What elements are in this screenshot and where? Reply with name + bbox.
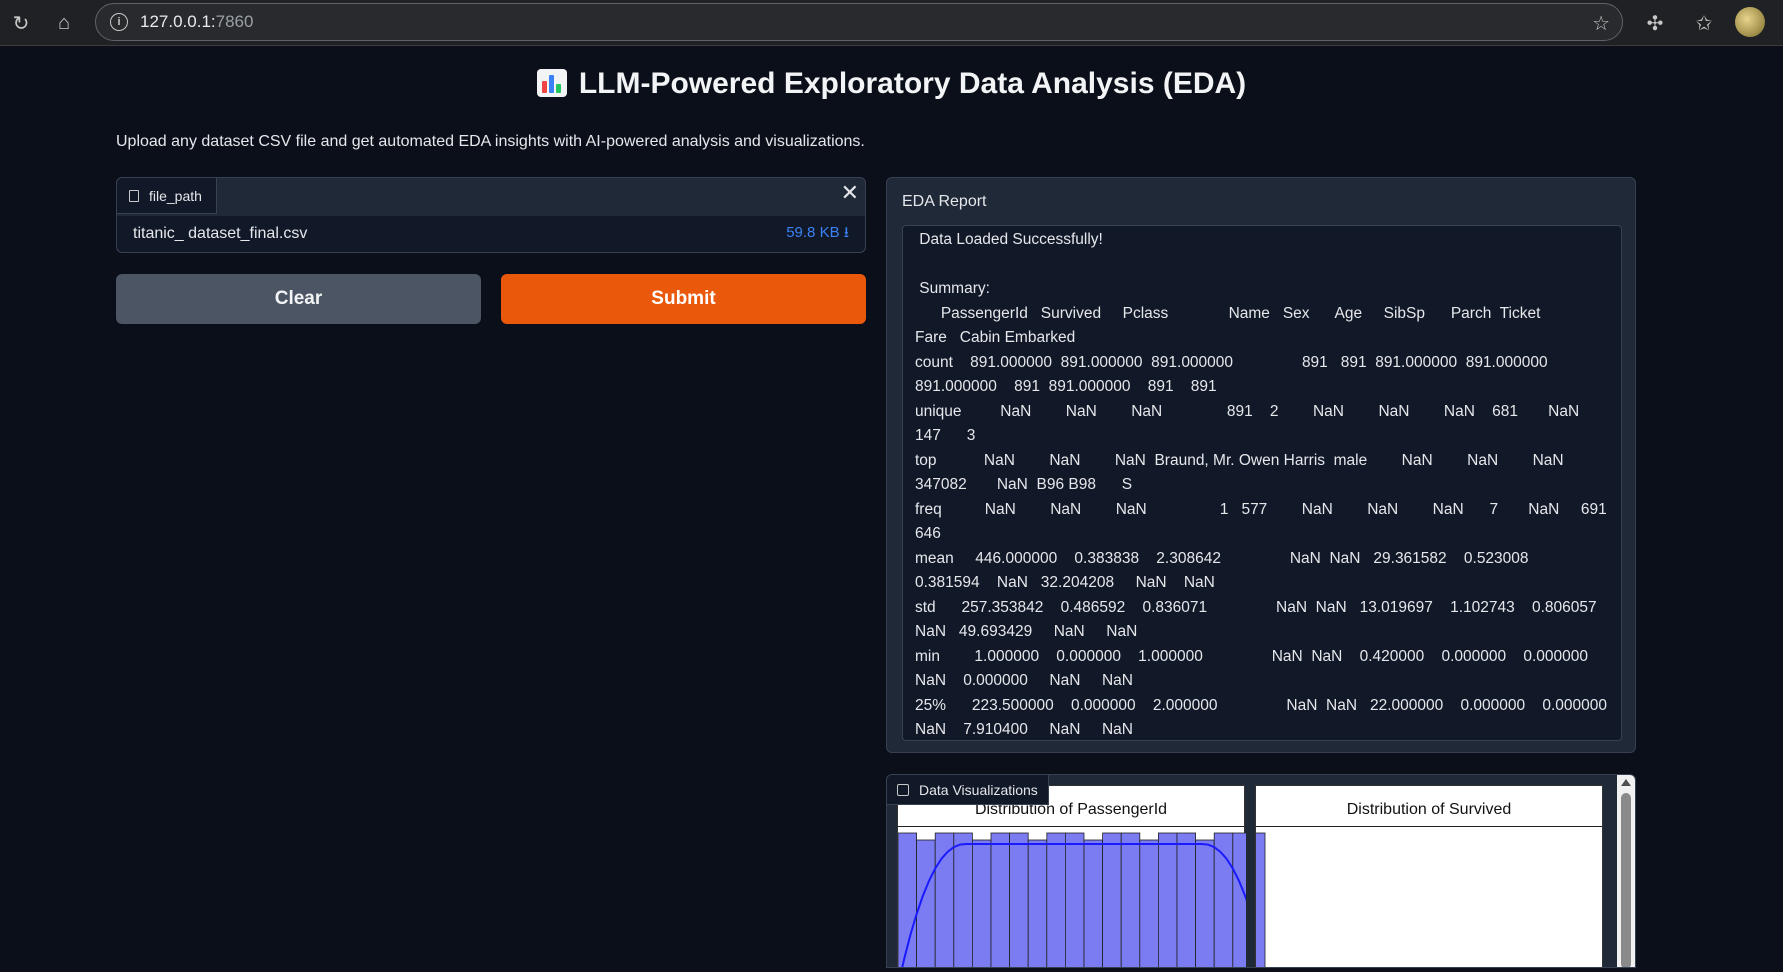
report-line: mean 446.000000 0.383838 2.308642 NaN Na… [915, 549, 1529, 567]
plot-passengerid[interactable]: Distribution of PassengerId [897, 785, 1246, 967]
report-line: freq NaN NaN NaN 1 577 NaN NaN NaN 7 NaN… [915, 500, 1607, 518]
file-download-link[interactable]: 59.8 KB ⭳ [786, 222, 849, 247]
visualizations-label: Data Visualizations [887, 775, 1049, 805]
histogram-bar [953, 832, 973, 967]
histogram-bar [990, 832, 1011, 967]
image-icon [897, 783, 909, 796]
address-bar[interactable]: i 127.0.0.1:7860 ☆ [95, 3, 1623, 41]
report-line: NaN 0.000000 NaN NaN [915, 672, 1133, 689]
report-line: 0.381594 NaN 32.204208 NaN NaN [915, 574, 1215, 591]
eda-report-panel: EDA Report Data Loaded Successfully! Sum… [886, 177, 1636, 753]
app-page: LLM-Powered Exploratory Data Analysis (E… [0, 47, 1783, 968]
report-line: NaN 49.693429 NaN NaN [915, 623, 1138, 640]
page-description: Upload any dataset CSV file and get auto… [116, 133, 865, 150]
report-line [903, 253, 1621, 278]
uploaded-file-row: titanic_ dataset_final.csv 59.8 KB ⭳ [117, 216, 865, 252]
report-line: unique NaN NaN NaN 891 2 NaN NaN NaN 681… [915, 402, 1580, 420]
report-line: min 1.000000 0.000000 1.000000 NaN NaN 0… [915, 647, 1588, 665]
extensions-icon[interactable]: ✣ [1640, 8, 1670, 38]
histogram-bar [1195, 839, 1215, 967]
histogram-bar [1213, 832, 1234, 967]
file-upload[interactable]: file_path ✕ titanic_ dataset_final.csv 5… [116, 177, 866, 253]
report-line: 147 3 [915, 427, 976, 444]
reload-icon[interactable]: ↻ [6, 8, 36, 38]
report-line: count 891.000000 891.000000 891.000000 8… [915, 353, 1548, 371]
histogram-bar [1139, 839, 1159, 967]
histogram-bar [1256, 832, 1266, 967]
report-line: Data Loaded Successfully! [915, 231, 1103, 248]
plot-survived[interactable]: Distribution of Survived [1255, 785, 1603, 967]
histogram-bar [972, 839, 992, 967]
histogram-bar [1046, 832, 1066, 967]
file-icon [129, 189, 139, 202]
profile-avatar[interactable] [1735, 7, 1765, 37]
report-line: 891.000000 891 891.000000 891 891 [915, 378, 1217, 395]
report-line: PassengerId Survived Pclass Name Sex Age… [915, 304, 1541, 322]
report-line: 347082 NaN B96 B98 S [915, 476, 1133, 493]
report-line: 646 [915, 525, 941, 542]
histogram-bar [1102, 832, 1122, 967]
histogram-bar [1027, 839, 1048, 967]
favorites-icon[interactable]: ✩ [1689, 8, 1719, 38]
file-input-label: file_path [117, 178, 217, 214]
bar-chart-icon [536, 69, 567, 97]
eda-report-textbox[interactable]: Data Loaded Successfully! Summary: Passe… [902, 225, 1622, 741]
clear-file-button[interactable]: ✕ [841, 180, 859, 206]
page-title: LLM-Powered Exploratory Data Analysis (E… [0, 67, 1783, 101]
clear-button[interactable]: Clear [116, 274, 481, 324]
site-info-icon[interactable]: i [110, 13, 128, 31]
submit-button[interactable]: Submit [501, 274, 866, 324]
report-line: NaN 7.910400 NaN NaN [915, 721, 1133, 738]
report-line: Summary: [915, 280, 990, 297]
report-line: std 257.353842 0.486592 0.836071 NaN NaN… [915, 598, 1597, 616]
histogram-bar [1120, 832, 1141, 967]
histogram-bar [934, 832, 955, 967]
url-text[interactable]: 127.0.0.1:7860 [140, 12, 253, 32]
histogram-bar [1064, 832, 1085, 967]
eda-report-label: EDA Report [902, 193, 987, 210]
histogram-bar [1009, 832, 1029, 967]
histogram-bar [1232, 832, 1246, 967]
histogram-bar [1157, 832, 1178, 967]
histogram-bar [1176, 832, 1197, 967]
report-line: top NaN NaN NaN Braund, Mr. Owen Harris … [915, 451, 1564, 469]
histogram-bar [1083, 839, 1104, 967]
scroll-up-arrow[interactable] [1621, 779, 1631, 786]
browser-toolbar: ↻ ⌂ i 127.0.0.1:7860 ☆ ✣ ✩ [0, 0, 1783, 46]
report-line: Fare Cabin Embarked [915, 329, 1076, 346]
gallery-scrollbar[interactable] [1617, 775, 1635, 967]
histogram-passengerid [898, 832, 1246, 967]
file-name: titanic_ dataset_final.csv [133, 225, 308, 242]
bookmark-star-icon[interactable]: ☆ [1592, 11, 1610, 36]
home-icon[interactable]: ⌂ [49, 8, 79, 38]
visualizations-gallery: Data Visualizations Distribution of Pass… [886, 774, 1636, 968]
report-line: 25% 223.500000 0.000000 2.000000 NaN NaN… [915, 696, 1607, 714]
histogram-survived [1256, 832, 1266, 967]
scroll-thumb[interactable] [1621, 793, 1631, 967]
